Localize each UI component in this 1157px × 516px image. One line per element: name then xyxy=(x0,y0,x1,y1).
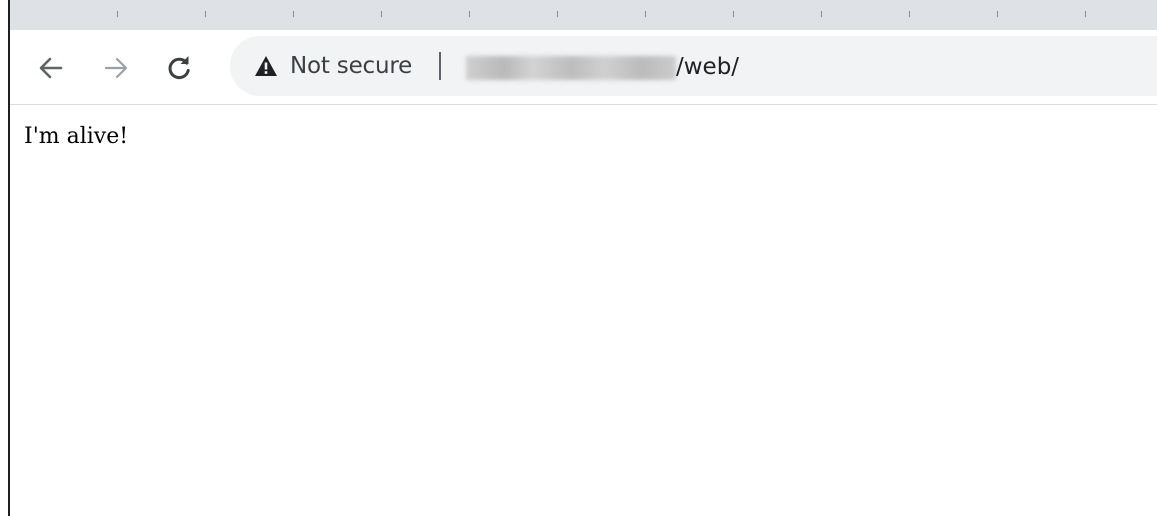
window-left-border xyxy=(8,0,10,516)
tab-separator xyxy=(909,11,910,17)
page-content: I'm alive! xyxy=(24,124,128,149)
url-path: /web/ xyxy=(676,54,740,80)
security-indicator[interactable]: Not secure xyxy=(254,50,412,82)
tab-separator xyxy=(557,11,558,17)
browser-toolbar: Not secure /web/ xyxy=(10,30,1157,105)
browser-window: Not secure /web/ I'm alive! xyxy=(0,0,1157,516)
forward-button[interactable] xyxy=(100,52,132,84)
security-label: Not secure xyxy=(290,53,413,79)
omnibox-divider xyxy=(439,52,441,80)
url-host-redacted xyxy=(466,56,676,80)
tab-separator xyxy=(821,11,822,17)
tab-separator xyxy=(1085,11,1086,17)
warning-triangle-icon xyxy=(255,56,277,76)
tab-separator xyxy=(293,11,294,17)
address-bar[interactable]: Not secure /web/ xyxy=(230,36,1157,96)
arrow-left-icon xyxy=(39,57,63,79)
page-body-text: I'm alive! xyxy=(24,124,129,149)
tab-separator xyxy=(117,11,118,17)
tab-separator xyxy=(645,11,646,17)
reload-icon xyxy=(168,56,190,80)
tab-separator xyxy=(469,11,470,17)
tab-separator xyxy=(733,11,734,17)
arrow-right-icon xyxy=(104,57,128,79)
tab-separator xyxy=(381,11,382,17)
tab-separator xyxy=(997,11,998,17)
back-button[interactable] xyxy=(35,52,67,84)
tab-separator xyxy=(205,11,206,17)
tab-strip xyxy=(10,0,1157,30)
reload-button[interactable] xyxy=(163,52,195,84)
